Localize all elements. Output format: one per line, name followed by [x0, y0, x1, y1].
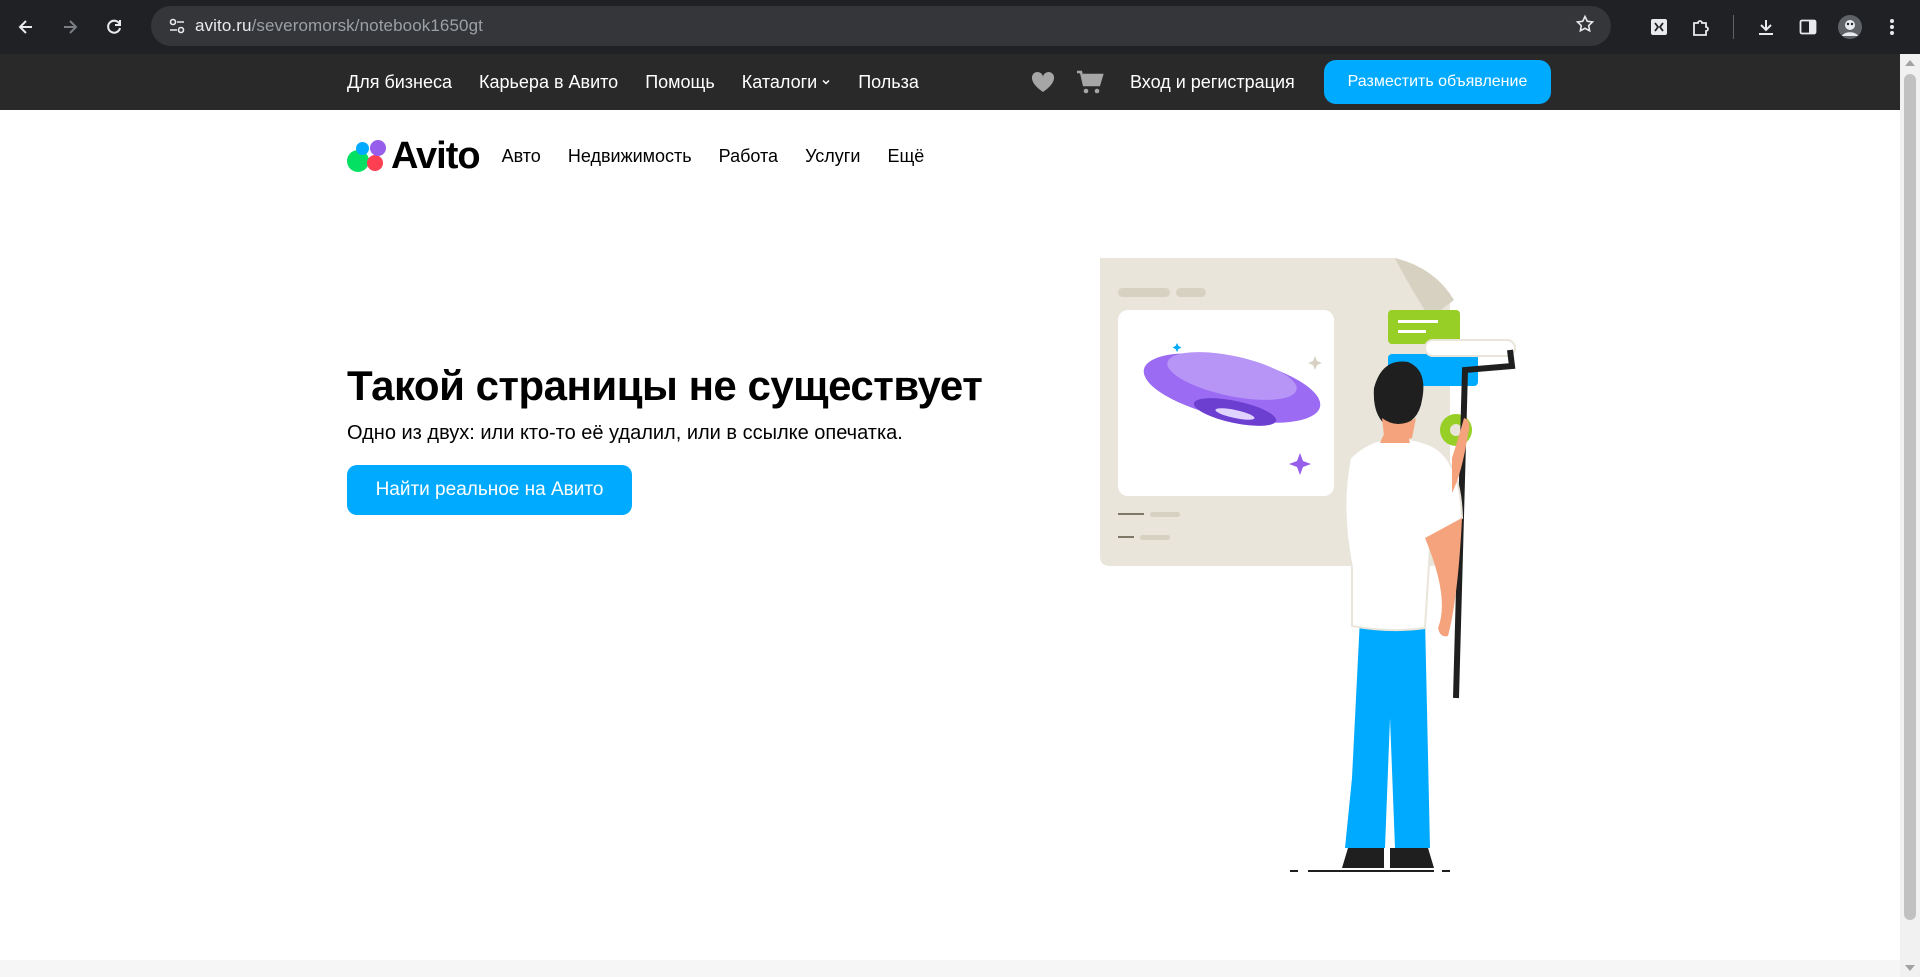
side-panel-icon[interactable]: [1790, 9, 1826, 45]
paint-roller: [1424, 339, 1516, 357]
heart-icon[interactable]: [1030, 70, 1056, 94]
board-line: [1140, 535, 1170, 540]
roller-handle: [1453, 349, 1516, 699]
logo-dot-blue: [356, 142, 369, 155]
cart-icon[interactable]: [1076, 69, 1104, 95]
extension-icon[interactable]: [1641, 9, 1677, 45]
card-line: [1398, 320, 1438, 323]
link-help[interactable]: Помощь: [645, 72, 715, 93]
nav-realty[interactable]: Недвижимость: [568, 146, 692, 167]
site-header: Avito Авто Недвижимость Работа Услуги Ещ…: [347, 128, 924, 184]
link-catalogs-label: Каталоги: [741, 71, 818, 92]
page-title: Такой страницы не существует: [347, 362, 983, 409]
profile-avatar-icon[interactable]: [1832, 9, 1868, 45]
post-ad-button[interactable]: Разместить объявление: [1324, 60, 1551, 104]
toolbar-divider: [1733, 15, 1734, 39]
menu-icon[interactable]: [1874, 9, 1910, 45]
link-benefit[interactable]: Польза: [858, 72, 919, 93]
download-icon[interactable]: [1748, 9, 1784, 45]
nav-auto[interactable]: Авто: [502, 146, 541, 167]
site-settings-icon[interactable]: [159, 17, 195, 35]
nav-services[interactable]: Услуги: [805, 146, 860, 167]
scroll-up-icon[interactable]: [1905, 60, 1915, 66]
painter-illustration: [1100, 258, 1516, 872]
address-bar[interactable]: avito.ru/severomorsk/notebook1650gt: [151, 6, 1611, 46]
back-icon[interactable]: [8, 9, 44, 45]
browser-actions: [1641, 0, 1910, 54]
avito-logo[interactable]: Avito: [347, 134, 481, 178]
card-line: [1398, 330, 1426, 333]
person-shoe: [1342, 848, 1384, 868]
error-subtitle: Одно из двух: или кто-то её удалил, или …: [347, 422, 903, 445]
person-pants: [1345, 618, 1430, 848]
link-catalogs[interactable]: Каталоги: [742, 72, 832, 93]
puzzle-icon[interactable]: [1683, 9, 1719, 45]
board-line: [1118, 513, 1144, 515]
green-card: [1388, 310, 1460, 344]
nav-more[interactable]: Ещё: [887, 146, 924, 167]
board-line: [1150, 512, 1180, 517]
url-path: /severomorsk/notebook1650gt: [251, 16, 483, 35]
login-link[interactable]: Вход и регистрация: [1130, 54, 1295, 110]
forward-icon[interactable]: [52, 9, 88, 45]
bookmark-star-icon[interactable]: [1575, 14, 1595, 39]
main-nav: Авто Недвижимость Работа Услуги Ещё: [502, 146, 925, 167]
page-scrollbar[interactable]: [1900, 54, 1920, 977]
link-business[interactable]: Для бизнеса: [347, 72, 452, 93]
top-links: Для бизнеса Карьера в Авито Помощь Катал…: [347, 54, 919, 110]
url-domain: avito.ru: [195, 16, 252, 35]
find-real-button[interactable]: Найти реальное на Авито: [347, 465, 632, 516]
logo-dots-icon: [347, 138, 387, 174]
link-career[interactable]: Карьера в Авито: [479, 72, 618, 93]
board-line: [1118, 536, 1134, 538]
person-shoe: [1390, 848, 1434, 868]
board-line: [1118, 288, 1170, 297]
board-line: [1176, 288, 1206, 297]
top-bar: Для бизнеса Карьера в Авито Помощь Катал…: [0, 54, 1900, 110]
reload-icon[interactable]: [96, 9, 132, 45]
browser-toolbar: avito.ru/severomorsk/notebook1650gt: [0, 0, 1920, 54]
footer-strip: [0, 960, 1900, 977]
scroll-thumb[interactable]: [1904, 74, 1916, 920]
scroll-down-icon[interactable]: [1905, 965, 1915, 971]
logo-dot-red: [367, 155, 383, 171]
nav-jobs[interactable]: Работа: [719, 146, 778, 167]
url-text: avito.ru/severomorsk/notebook1650gt: [195, 16, 483, 36]
chevron-down-icon: [822, 79, 830, 85]
logo-dot-purple: [370, 140, 386, 156]
logo-text: Avito: [391, 134, 481, 177]
error-content: Такой страницы не существует Одно из дву…: [347, 362, 1047, 516]
top-icons: [1030, 54, 1104, 110]
